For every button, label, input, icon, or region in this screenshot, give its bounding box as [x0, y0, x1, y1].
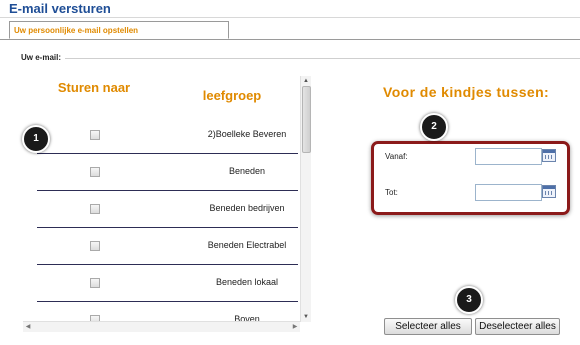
scroll-left-icon[interactable]: ◀	[23, 322, 33, 332]
title-divider	[0, 17, 580, 18]
group-label: Beneden	[228, 166, 266, 176]
column-header-group: leefgroep	[202, 88, 262, 103]
horizontal-scrollbar[interactable]: ◀ ▶	[23, 321, 300, 332]
list-item: Beneden bedrijven	[37, 190, 298, 228]
send-checkbox[interactable]	[90, 204, 100, 214]
group-list[interactable]: Sturen naar leefgroep 2)Boelleke Beveren…	[37, 76, 300, 322]
date-range-heading: Voor de kindjes tussen:	[383, 84, 550, 100]
list-item: Boven	[37, 301, 298, 322]
scroll-up-icon[interactable]: ▲	[301, 76, 311, 86]
column-header-send-to: Sturen naar	[57, 80, 131, 95]
to-date-input[interactable]	[475, 184, 542, 201]
list-item: Beneden lokaal	[37, 264, 298, 302]
section-label: Uw e-mail:	[21, 53, 62, 62]
calendar-icon[interactable]	[542, 185, 556, 198]
list-item: Beneden	[37, 153, 298, 191]
send-checkbox[interactable]	[90, 167, 100, 177]
section-divider	[65, 58, 580, 59]
group-label: Beneden Electrabel	[207, 240, 287, 250]
callout-badge: 1	[22, 125, 50, 153]
scroll-right-icon[interactable]: ▶	[290, 322, 300, 332]
list-item: 2)Boelleke Beveren	[37, 116, 298, 154]
group-label: Beneden lokaal	[215, 277, 279, 287]
callout-badge: 3	[455, 286, 483, 314]
group-label: Boven	[234, 314, 260, 322]
vertical-scrollbar[interactable]: ▲ ▼	[300, 76, 311, 322]
to-label: Tot:	[385, 188, 398, 197]
group-label: 2)Boelleke Beveren	[207, 129, 287, 139]
calendar-icon[interactable]	[542, 149, 556, 162]
send-checkbox[interactable]	[90, 278, 100, 288]
page-title: E-mail versturen	[9, 1, 111, 16]
select-all-button[interactable]: Selecteer alles	[384, 318, 472, 335]
list-item: Beneden Electrabel	[37, 227, 298, 265]
callout-badge: 2	[420, 113, 448, 141]
deselect-all-button[interactable]: Deselecteer alles	[475, 318, 560, 335]
send-checkbox[interactable]	[90, 130, 100, 140]
scroll-down-icon[interactable]: ▼	[301, 312, 311, 322]
send-checkbox[interactable]	[90, 241, 100, 251]
group-label: Beneden bedrijven	[209, 203, 285, 213]
tab-compose-email[interactable]: Uw persoonlijke e-mail opstellen	[9, 21, 229, 39]
from-label: Vanaf:	[385, 152, 408, 161]
from-date-input[interactable]	[475, 148, 542, 165]
scrollbar-thumb[interactable]	[302, 86, 311, 153]
